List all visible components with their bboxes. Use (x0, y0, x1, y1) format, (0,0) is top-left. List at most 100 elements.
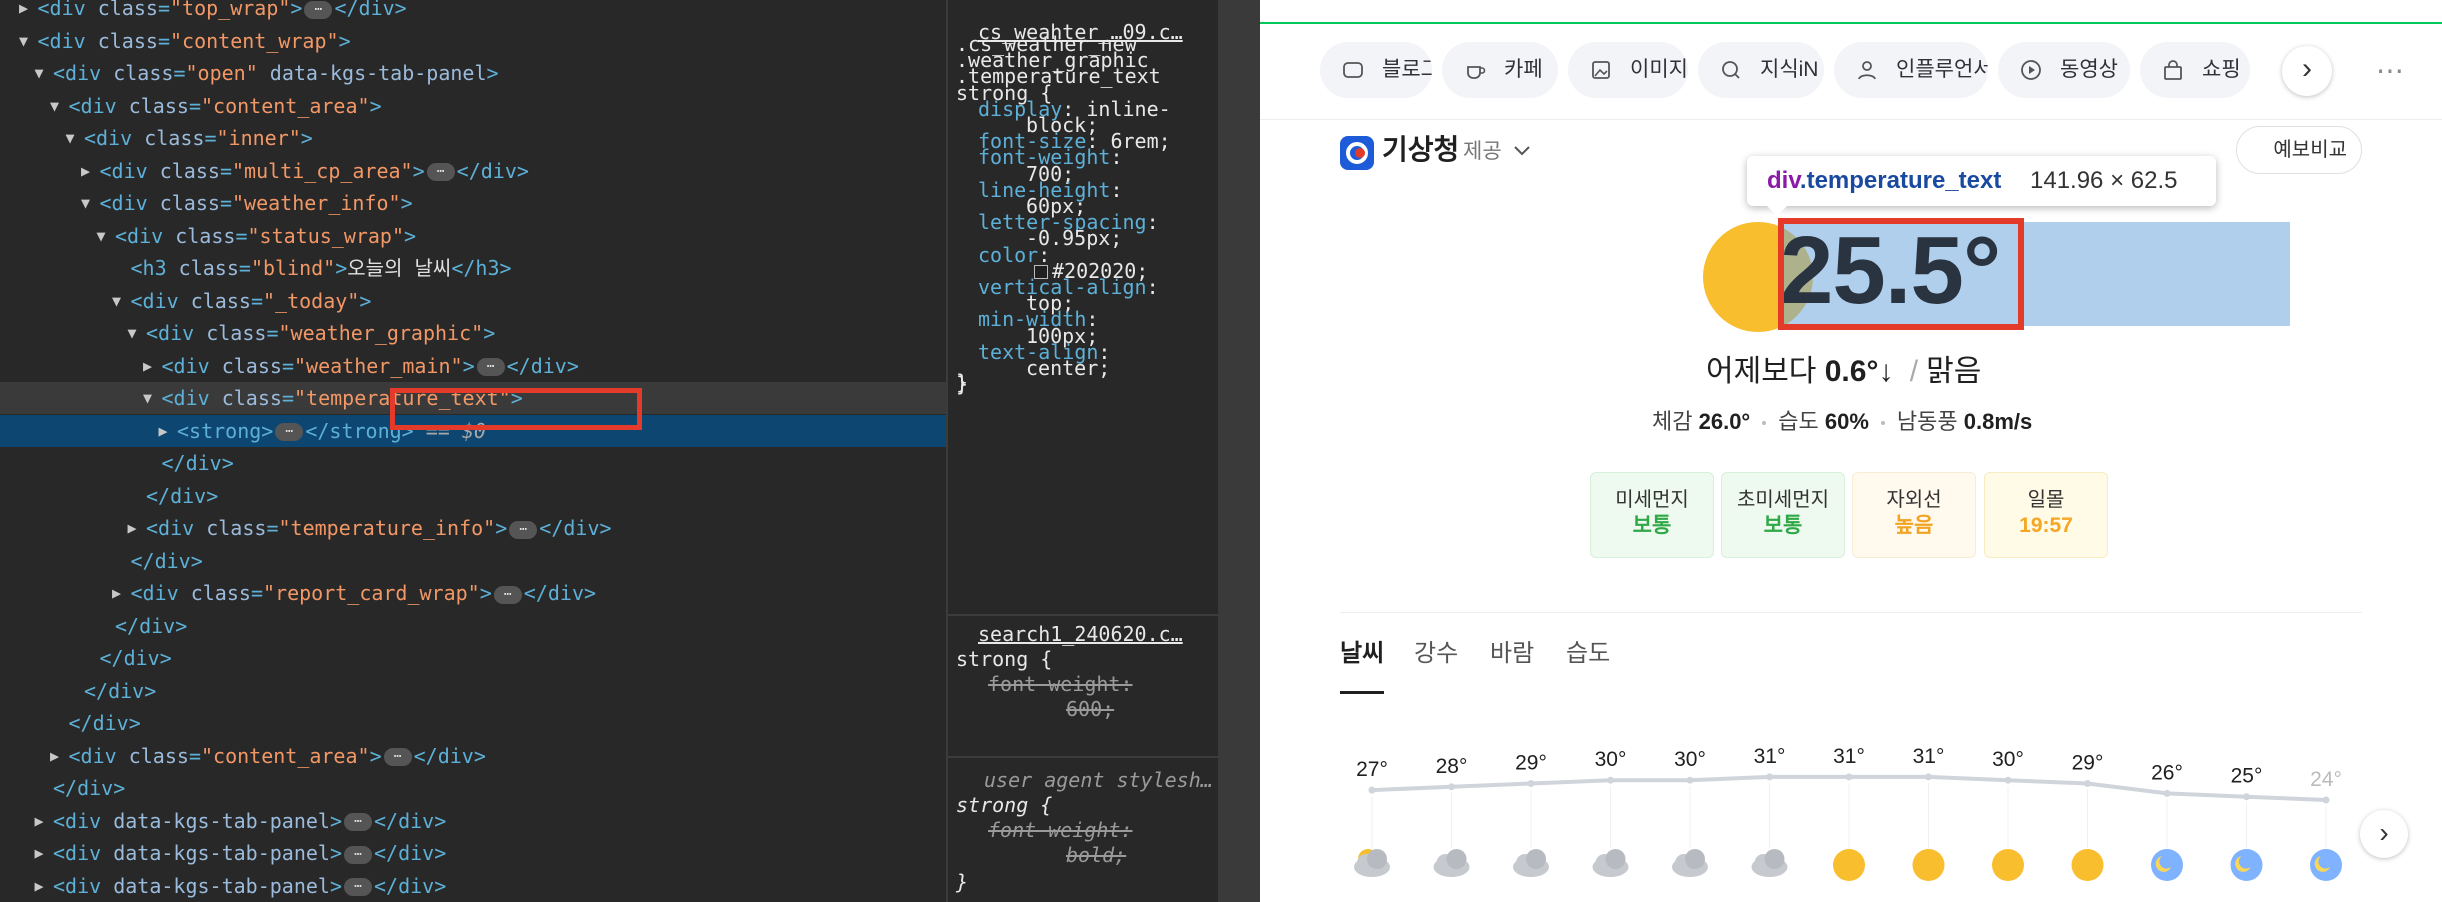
search-tab-1[interactable]: 블로그 (1320, 42, 1432, 98)
dom-node-line[interactable]: ▼ <div class="status_wrap"> (0, 220, 946, 252)
sunny-icon (2071, 849, 2104, 881)
expand-closed-icon[interactable]: ▶ (124, 512, 140, 544)
markup-token: = (173, 61, 186, 85)
ua-rule-close: } (956, 870, 969, 894)
expand-open-icon[interactable]: ▼ (109, 285, 125, 317)
expand-open-icon[interactable]: ▼ (124, 317, 140, 349)
cloudy-icon (1592, 849, 1629, 877)
expand-closed-icon[interactable]: ▶ (31, 837, 47, 869)
dom-node-line[interactable]: </div> (0, 480, 946, 512)
dom-node-line[interactable]: ▶ <div class="multi_cp_area"> ⋯ </div> (0, 155, 946, 187)
dom-node-line[interactable]: ▶ <div class="weather_main"> ⋯ </div> (0, 350, 946, 382)
dom-node-line[interactable]: </div> (0, 772, 946, 804)
search-tab-6[interactable]: 동영상 (1998, 42, 2130, 98)
expand-open-icon[interactable]: ▼ (93, 220, 109, 252)
temperature-point (1766, 773, 1773, 781)
temperature-point (2163, 789, 2171, 797)
search-tab-7[interactable]: 쇼핑 (2140, 42, 2250, 98)
collapsed-children-icon[interactable]: ⋯ (344, 813, 373, 831)
expand-closed-icon[interactable]: ▶ (31, 870, 47, 902)
more-options-icon[interactable]: ⋯ (2366, 48, 2416, 94)
markup-token: <div (146, 321, 207, 345)
style-declaration[interactable]: vertical-align: (978, 275, 1171, 300)
dom-node-line[interactable]: ▼ <div class="inner"> (0, 122, 946, 154)
dom-node-line[interactable]: </div> (0, 642, 946, 674)
chart-tab-4[interactable]: 습도 (1566, 634, 1610, 674)
forecast-compare-button[interactable]: 예보비교 (2236, 126, 2362, 174)
search-tab-4[interactable]: 지식iN (1698, 42, 1824, 98)
dom-node-line[interactable]: </div> (0, 610, 946, 642)
collapsed-children-icon[interactable]: ⋯ (509, 520, 538, 539)
yesterday-compare: 어제보다 0.6°↓ / 맑음 (1706, 355, 1982, 388)
markup-token: > (329, 873, 343, 898)
expand-closed-icon[interactable]: ▶ (109, 577, 125, 609)
dom-node-line[interactable]: ▶ <div class="top_wrap"> ⋯ </div> (0, 0, 946, 24)
markup-token: <div (130, 288, 191, 313)
colon: : (1110, 177, 1135, 202)
tabs-next-button[interactable]: › (2282, 46, 2332, 96)
expand-open-icon[interactable]: ▼ (47, 90, 63, 122)
collapsed-children-icon[interactable]: ⋯ (275, 423, 304, 441)
dom-node-line[interactable]: ▼ <div class="content_wrap"> (0, 25, 946, 57)
hourly-next-button[interactable]: › (2360, 810, 2408, 858)
dom-node-line[interactable]: ▶ <div class="report_card_wrap"> ⋯ </div> (0, 577, 946, 609)
chevron-down-icon[interactable] (1512, 140, 1532, 160)
dom-node-line[interactable]: ▼ <div class="open" data-kgs-tab-panel> (0, 57, 946, 89)
dom-node-line[interactable]: </div> (0, 675, 946, 707)
expand-closed-icon[interactable]: ▶ (78, 155, 94, 187)
dom-node-line[interactable]: ▼ <div class="_today"> (0, 285, 946, 317)
expand-closed-icon[interactable]: ▶ (31, 805, 47, 837)
collapsed-children-icon[interactable]: ⋯ (304, 0, 333, 19)
expand-closed-icon[interactable]: ▶ (47, 740, 63, 772)
image-icon (1592, 61, 1610, 79)
dom-node-line[interactable]: </div> (0, 545, 946, 577)
style-declaration[interactable]: center; (1026, 356, 1110, 381)
collapsed-children-icon[interactable]: ⋯ (493, 585, 522, 604)
expand-open-icon[interactable]: ▼ (140, 382, 156, 414)
dom-node-line[interactable]: ▶ <div class="temperature_info"> ⋯ </div> (0, 512, 946, 544)
search-tab-2[interactable]: 카페 (1442, 42, 1558, 98)
dom-node-line[interactable]: ▼ <div class="content_area"> (0, 90, 946, 122)
markup-token: </div> (115, 613, 188, 638)
dom-node-markup: </div> (146, 480, 218, 512)
report-card[interactable]: 일몰 19:57 (1984, 472, 2108, 558)
chart-tab-3[interactable]: 바람 (1490, 634, 1534, 674)
collapsed-children-icon[interactable]: ⋯ (426, 163, 455, 181)
expand-open-icon[interactable]: ▼ (62, 122, 78, 154)
dom-node-line[interactable]: <h3 class="blind">오늘의 날씨</h3> (0, 252, 946, 284)
provider-name[interactable]: 기상청 (1382, 130, 1459, 170)
chart-tab-2[interactable]: 강수 (1414, 634, 1458, 674)
collapsed-children-icon[interactable]: ⋯ (344, 845, 373, 864)
hour-temp-label: 24° (2310, 768, 2342, 791)
markup-token: </div> (374, 808, 447, 833)
dom-node-line[interactable]: ▶ <div data-kgs-tab-panel> ⋯ </div> (0, 837, 946, 869)
expand-closed-icon[interactable]: ▶ (16, 0, 32, 24)
report-card[interactable]: 미세먼지 보통 (1590, 472, 1714, 558)
search-tab-5[interactable]: 인플루언서 (1834, 42, 1988, 98)
expand-open-icon[interactable]: ▼ (78, 187, 94, 219)
expand-open-icon[interactable]: ▼ (16, 25, 32, 57)
chart-tab-1[interactable]: 날씨 (1340, 634, 1384, 674)
collapsed-children-icon[interactable]: ⋯ (476, 358, 505, 376)
report-card[interactable]: 자외선 높음 (1852, 472, 1976, 558)
dom-node-line[interactable]: ▶ <div data-kgs-tab-panel> ⋯ </div> (0, 805, 946, 837)
influencer-icon (1858, 61, 1876, 80)
expand-open-icon[interactable]: ▼ (31, 57, 47, 89)
markup-token: <div (53, 841, 114, 865)
expand-closed-icon[interactable]: ▶ (155, 415, 171, 447)
markup-token: <div (99, 158, 160, 183)
collapsed-children-icon[interactable]: ⋯ (383, 748, 412, 766)
dom-node-line[interactable]: ▶ <div data-kgs-tab-panel> ⋯ </div> (0, 870, 946, 902)
dom-node-line[interactable]: </div> (0, 707, 946, 739)
dom-node-line[interactable]: ▼ <div class="weather_graphic"> (0, 317, 946, 349)
search-tab-3[interactable]: 이미지 (1568, 42, 1688, 98)
expand-closed-icon[interactable]: ▶ (140, 350, 156, 382)
report-card[interactable]: 초미세먼지 보통 (1721, 472, 1845, 558)
dom-node-line[interactable]: ▼ <div class="weather_info"> (0, 187, 946, 219)
dom-node-line[interactable]: </div> (0, 447, 946, 479)
colon: : (1110, 145, 1135, 170)
stylesheet-link-2[interactable]: search1_240620.c… (978, 622, 1183, 646)
dom-node-line[interactable]: ▶ <div class="content_area"> ⋯ </div> (0, 740, 946, 772)
collapsed-children-icon[interactable]: ⋯ (344, 878, 373, 896)
detail-label: 체감 (1652, 409, 1693, 434)
